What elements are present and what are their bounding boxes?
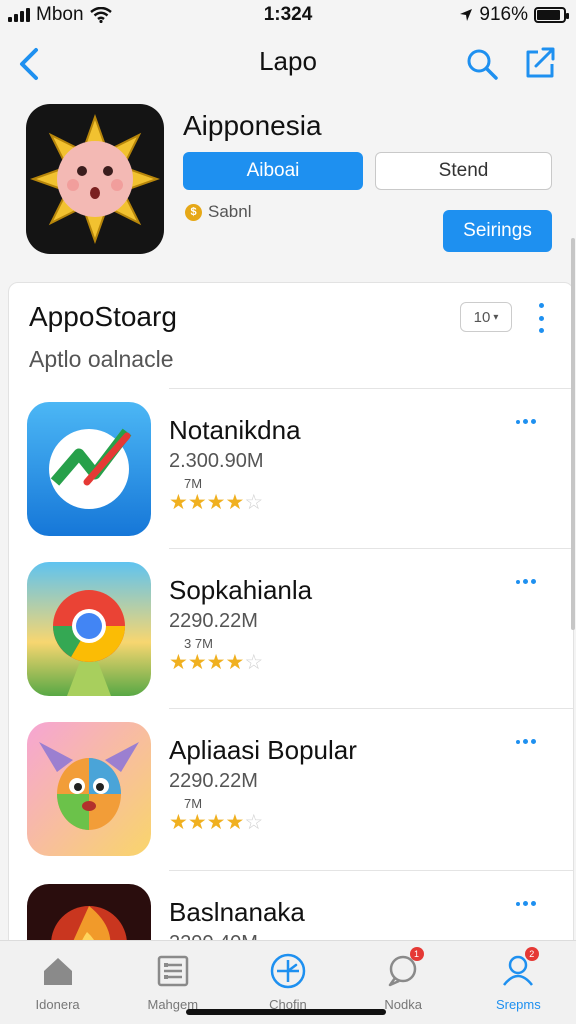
rating-stars: ★ ★ ★ ★ ☆ bbox=[169, 812, 263, 833]
sun-face-icon bbox=[29, 113, 161, 245]
secondary-button[interactable]: Stend bbox=[375, 152, 552, 190]
more-horizontal-icon[interactable] bbox=[516, 419, 536, 424]
tab-label: Nodka bbox=[384, 997, 422, 1012]
nav-bar: Lapo bbox=[0, 34, 576, 94]
list-item[interactable]: Apliaasi Bopular 2290.22M 7M ★ ★ ★ ★ ☆ bbox=[9, 708, 573, 868]
star-filled-icon: ★ bbox=[169, 811, 188, 834]
star-filled-icon: ★ bbox=[187, 491, 207, 514]
notification-badge: 2 bbox=[524, 947, 539, 961]
battery-percent: 916% bbox=[479, 4, 528, 25]
app-name: Sopkahianla bbox=[169, 575, 313, 605]
star-filled-icon: ★ bbox=[225, 651, 245, 674]
app-size: 2290.22M bbox=[169, 610, 258, 632]
star-empty-icon: ☆ bbox=[244, 491, 264, 514]
sort-value: 10 bbox=[473, 308, 491, 326]
share-icon[interactable] bbox=[522, 44, 558, 80]
home-icon bbox=[43, 958, 72, 985]
star-filled-icon: ★ bbox=[206, 651, 226, 674]
price-info: $ Sabnl bbox=[185, 202, 251, 222]
rating-stars: ★ ★ ★ ★ ☆ bbox=[169, 652, 263, 673]
app-size: 2.300.90M bbox=[169, 450, 264, 472]
app-size: 2290.22M bbox=[169, 770, 258, 792]
star-filled-icon: ★ bbox=[169, 491, 188, 514]
notification-badge: 1 bbox=[409, 947, 424, 961]
chevron-down-icon: ▾ bbox=[493, 311, 499, 323]
app-name: Notanikdna bbox=[169, 415, 301, 445]
star-empty-icon: ☆ bbox=[244, 651, 264, 674]
app-subsize: 7M bbox=[184, 476, 203, 491]
app-list-card: AppoStoarg Aptlo oalnacle 10 ▾ Notanikdn… bbox=[8, 282, 574, 982]
status-bar: Mbon 1:324 916% bbox=[0, 0, 576, 34]
home-indicator[interactable] bbox=[186, 1009, 386, 1015]
app-subsize: 7M bbox=[184, 796, 203, 811]
location-icon bbox=[460, 9, 473, 21]
app-name: Baslnanaka bbox=[169, 897, 305, 927]
app-icon-analytics bbox=[27, 402, 151, 536]
star-filled-icon: ★ bbox=[206, 811, 226, 834]
card-title: AppoStoarg bbox=[29, 301, 177, 332]
settings-button[interactable]: Seirings bbox=[443, 210, 552, 252]
star-filled-icon: ★ bbox=[225, 811, 245, 834]
status-right: 916% bbox=[459, 4, 569, 26]
more-horizontal-icon[interactable] bbox=[516, 579, 536, 584]
card-subtitle: Aptlo oalnacle bbox=[29, 346, 174, 372]
more-vertical-icon[interactable] bbox=[533, 303, 549, 333]
star-filled-icon: ★ bbox=[169, 651, 188, 674]
more-horizontal-icon[interactable] bbox=[516, 739, 536, 744]
star-filled-icon: ★ bbox=[187, 811, 207, 834]
star-filled-icon: ★ bbox=[206, 491, 226, 514]
coin-icon: $ bbox=[185, 203, 202, 221]
tab-label: Idonera bbox=[35, 997, 80, 1012]
star-empty-icon: ☆ bbox=[244, 811, 264, 834]
tab-home[interactable]: Idonera bbox=[0, 941, 115, 1024]
list-item[interactable]: Notanikdna 2.300.90M 7M ★ ★ ★ ★ ☆ bbox=[9, 388, 573, 548]
app-icon-mascot bbox=[27, 722, 151, 856]
star-filled-icon: ★ bbox=[187, 651, 207, 674]
app-icon-browser bbox=[27, 562, 151, 696]
battery-fill bbox=[537, 10, 561, 20]
price-label: Sabnl bbox=[208, 202, 252, 221]
search-icon[interactable] bbox=[464, 46, 500, 82]
scrollbar[interactable] bbox=[571, 238, 575, 630]
star-filled-icon: ★ bbox=[225, 491, 245, 514]
list-item[interactable]: Sopkahianla 2290.22M 3 7M ★ ★ ★ ★ ☆ bbox=[9, 548, 573, 708]
list-icon bbox=[157, 955, 189, 987]
tab-label: Srepms bbox=[495, 997, 541, 1012]
discover-icon bbox=[270, 953, 306, 989]
app-subsize: 3 7M bbox=[184, 636, 213, 651]
more-horizontal-icon[interactable] bbox=[516, 901, 536, 906]
app-name: Apliaasi Bopular bbox=[169, 735, 357, 765]
sort-dropdown[interactable]: 10 ▾ bbox=[460, 302, 512, 332]
featured-app-icon[interactable] bbox=[26, 104, 164, 254]
get-button[interactable]: Aiboai bbox=[183, 152, 363, 190]
battery-icon bbox=[534, 7, 569, 23]
tab-profile[interactable]: Srepms 2 bbox=[461, 941, 576, 1024]
featured-app-name: Aipponesia bbox=[183, 110, 322, 141]
rating-stars: ★ ★ ★ ★ ☆ bbox=[169, 492, 263, 513]
